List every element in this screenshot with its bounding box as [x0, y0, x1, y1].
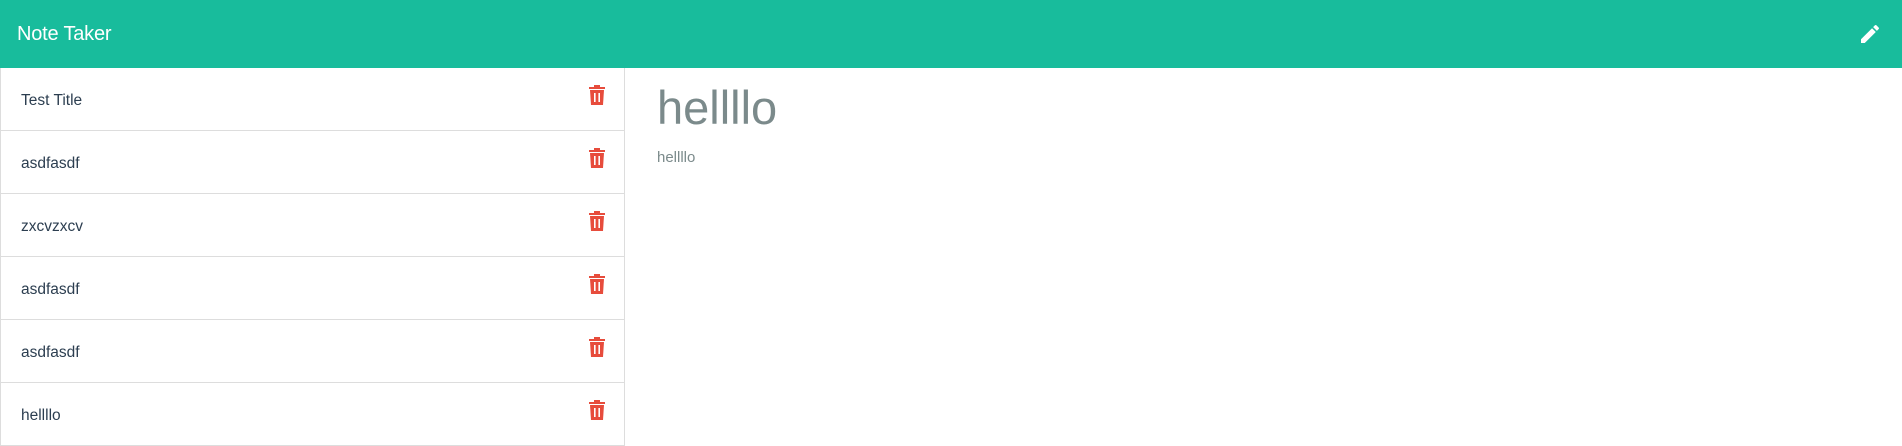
list-item[interactable]: asdfasdf — [1, 320, 624, 383]
navbar: Note Taker — [0, 0, 1902, 68]
note-list: Test Title asdfasdf zxcvzxcv asdfasdf as… — [1, 68, 624, 446]
trash-icon[interactable] — [588, 147, 606, 169]
trash-icon[interactable] — [588, 210, 606, 232]
note-title: asdfasdf — [21, 344, 80, 361]
list-item[interactable]: Test Title — [1, 68, 624, 131]
trash-icon[interactable] — [588, 273, 606, 295]
trash-icon[interactable] — [588, 336, 606, 358]
note-text-display[interactable]: hellllo — [657, 149, 1857, 166]
note-title: asdfasdf — [21, 281, 80, 298]
note-title: asdfasdf — [21, 155, 80, 172]
list-item[interactable]: hellllo — [1, 383, 624, 446]
app-title[interactable]: Note Taker — [17, 23, 112, 46]
list-item[interactable]: zxcvzxcv — [1, 194, 624, 257]
list-item[interactable]: asdfasdf — [1, 131, 624, 194]
trash-icon[interactable] — [588, 84, 606, 106]
list-item[interactable]: asdfasdf — [1, 257, 624, 320]
pencil-icon[interactable] — [1855, 19, 1885, 49]
note-title-display[interactable]: hellllo — [657, 68, 1857, 135]
note-title: zxcvzxcv — [21, 218, 83, 235]
trash-icon[interactable] — [588, 399, 606, 421]
note-editor: hellllo hellllo — [657, 68, 1857, 166]
note-list-panel: Test Title asdfasdf zxcvzxcv asdfasdf as… — [0, 68, 625, 446]
note-title: hellllo — [21, 407, 61, 424]
note-title: Test Title — [21, 92, 83, 109]
